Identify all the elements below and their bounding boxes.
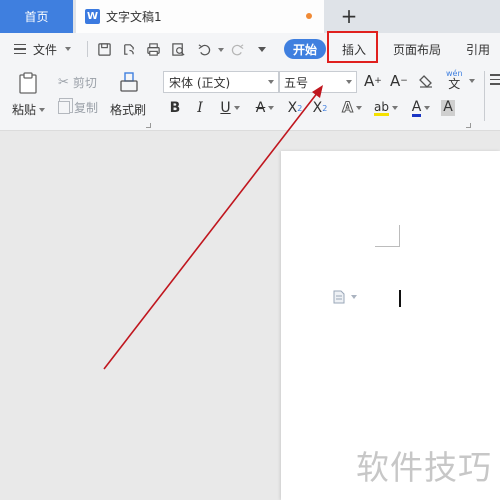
subscript-icon: X — [312, 100, 323, 116]
format-painter-button[interactable]: 格式刷 — [110, 101, 146, 118]
underline-button[interactable]: U — [216, 98, 244, 118]
superscript-icon: X — [287, 100, 298, 116]
watermark-text: 软件技巧 — [356, 448, 492, 487]
font-size-value: 五号 — [284, 75, 309, 90]
hamburger-icon — [14, 43, 26, 55]
customize-toolbar-icon[interactable] — [258, 47, 266, 52]
strikethrough-icon: A — [255, 100, 266, 116]
char-shading-button[interactable]: A — [440, 98, 456, 118]
paste-label: 粘贴 — [12, 103, 37, 117]
font-size-select[interactable]: 五号 — [279, 71, 357, 93]
shrink-font-button[interactable]: A − — [390, 72, 408, 90]
text-cursor — [399, 290, 401, 307]
italic-button[interactable]: I — [193, 98, 207, 118]
text-effect-icon: A — [342, 100, 354, 117]
divider — [484, 71, 485, 121]
highlight-button[interactable]: ab — [371, 98, 401, 118]
font-name-value: 宋体 (正文) — [169, 75, 231, 90]
print-preview-icon[interactable] — [170, 41, 186, 57]
copy-label: 复制 — [74, 101, 99, 115]
copy-icon — [58, 101, 70, 114]
file-menu[interactable]: 文件 — [14, 33, 72, 65]
cut-button[interactable]: ✂ 剪切 — [58, 74, 97, 91]
document-tab-title: 文字文稿1 — [106, 10, 162, 24]
subscript-button[interactable]: X2 — [309, 98, 331, 118]
paragraph-icon — [333, 290, 345, 304]
phonetic-char: 文 — [448, 77, 461, 91]
margin-corner-mark — [375, 225, 400, 247]
chevron-down-icon — [268, 106, 275, 110]
chevron-down-icon — [233, 106, 240, 110]
chevron-down-icon — [424, 106, 431, 110]
chevron-down-icon — [391, 106, 398, 110]
menu-tab-page-layout[interactable]: 页面布局 — [393, 33, 441, 65]
chevron-down-icon — [268, 80, 274, 84]
grow-font-icon: A — [364, 72, 375, 90]
font-group-launcher[interactable] — [466, 123, 471, 128]
shrink-font-icon: A — [390, 72, 401, 90]
undo-dropdown-icon[interactable] — [218, 48, 224, 52]
format-painter-label: 格式刷 — [110, 103, 147, 117]
export-pdf-icon[interactable] — [120, 41, 136, 57]
menu-tab-start[interactable]: 开始 — [284, 39, 326, 59]
tab-bar: 首页 W 文字文稿1 + — [0, 0, 500, 33]
highlight-icon: ab — [374, 99, 389, 116]
chevron-down-icon — [355, 106, 362, 110]
menu-tab-references[interactable]: 引用 — [466, 33, 490, 65]
superscript-mark: 2 — [297, 103, 303, 113]
chevron-down-icon — [351, 295, 357, 299]
format-painter-icon[interactable] — [118, 71, 140, 95]
ribbon-toolbar: 粘贴 ✂ 剪切 复制 格式刷 宋体 (正文) 五号 A+ A− wén 文 — [0, 65, 500, 131]
clear-format-icon[interactable] — [418, 74, 434, 88]
grow-font-button[interactable]: A + — [364, 72, 382, 90]
scissors-icon: ✂ — [58, 75, 69, 90]
chevron-down-icon — [65, 47, 72, 51]
save-icon[interactable] — [96, 41, 112, 57]
tab-home[interactable]: 首页 — [0, 0, 73, 33]
menu-bar: 文件 开始 插入 页面布局 引用 — [0, 33, 500, 65]
tab-document[interactable]: W 文字文稿1 — [76, 0, 324, 33]
font-name-select[interactable]: 宋体 (正文) — [163, 71, 279, 93]
superscript-button[interactable]: X2 — [284, 98, 306, 118]
paste-icon[interactable] — [16, 71, 40, 95]
print-icon[interactable] — [145, 41, 161, 57]
underline-icon: U — [220, 100, 231, 116]
strikethrough-button[interactable]: A — [251, 98, 279, 118]
char-shading-icon: A — [441, 99, 455, 116]
file-menu-label: 文件 — [33, 42, 58, 57]
paste-button[interactable]: 粘贴 — [12, 101, 46, 118]
highlight-box-annotation — [327, 31, 378, 63]
copy-button[interactable]: 复制 — [58, 99, 98, 116]
redo-icon[interactable] — [229, 41, 245, 57]
cut-label: 剪切 — [72, 76, 97, 90]
writer-doc-icon: W — [85, 9, 100, 24]
font-color-icon: A — [411, 98, 422, 117]
text-effect-button[interactable]: A — [338, 98, 366, 118]
chevron-down-icon[interactable] — [469, 79, 475, 83]
subscript-mark: 2 — [322, 103, 328, 113]
phonetic-guide-button[interactable]: wén 文 — [446, 70, 463, 91]
font-color-button[interactable]: A — [407, 98, 435, 118]
divider — [87, 41, 88, 57]
paragraph-format-button[interactable] — [333, 290, 357, 304]
chevron-down-icon — [346, 80, 352, 84]
bullets-icon[interactable] — [490, 74, 500, 85]
unsaved-dot-icon — [306, 13, 312, 19]
clipboard-group-launcher[interactable] — [146, 123, 151, 128]
new-tab-button[interactable]: + — [338, 3, 360, 29]
chevron-down-icon — [39, 107, 46, 112]
bold-button[interactable]: B — [167, 98, 183, 118]
undo-icon[interactable] — [196, 41, 212, 57]
